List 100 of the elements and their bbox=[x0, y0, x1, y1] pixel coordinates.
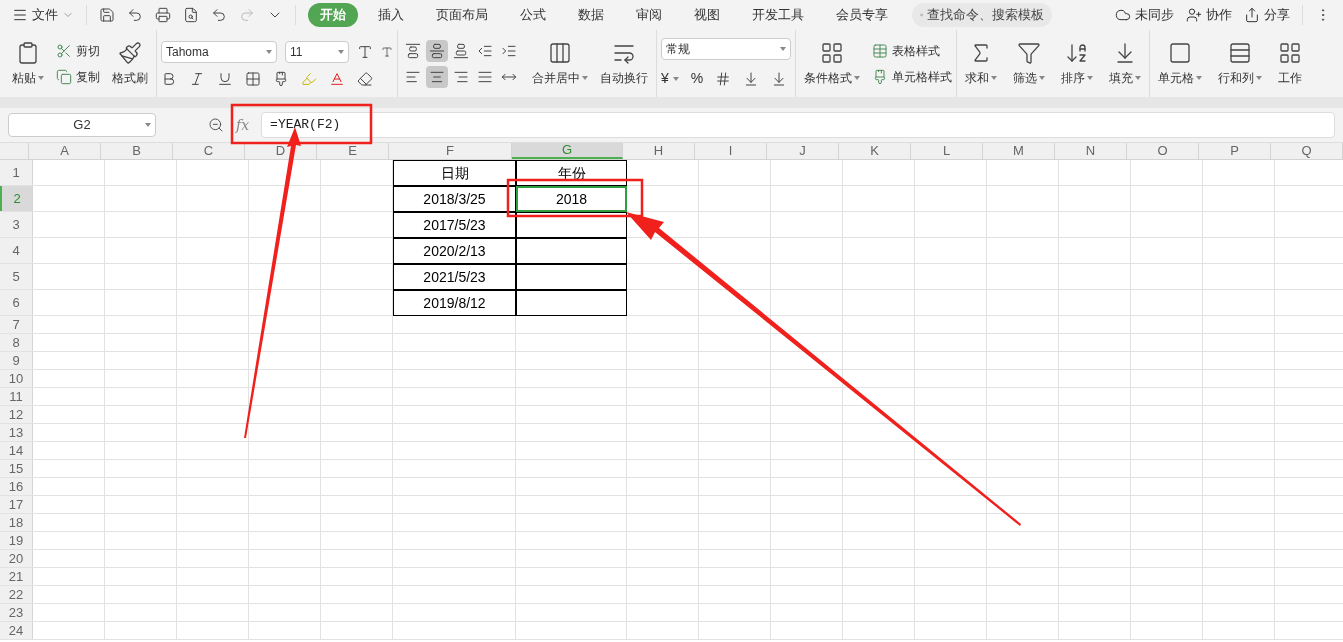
rows-columns-button[interactable]: 行和列 bbox=[1214, 40, 1266, 87]
row-header[interactable]: 12 bbox=[0, 406, 33, 423]
row-header[interactable]: 8 bbox=[0, 334, 33, 351]
cells-button[interactable]: 单元格 bbox=[1154, 40, 1206, 87]
row-header[interactable]: 21 bbox=[0, 568, 33, 585]
conditional-format-button[interactable]: 条件格式 bbox=[800, 40, 864, 87]
row-header[interactable]: 20 bbox=[0, 550, 33, 567]
number-format-field[interactable]: 常规 bbox=[661, 38, 791, 60]
column-header[interactable]: A bbox=[29, 143, 101, 159]
filter-button[interactable]: 筛选 bbox=[1009, 40, 1049, 87]
column-header[interactable]: M bbox=[983, 143, 1055, 159]
row-header[interactable]: 16 bbox=[0, 478, 33, 495]
ribbon-tab[interactable]: 页面布局 bbox=[424, 3, 500, 27]
file-menu[interactable]: 文件 bbox=[12, 5, 74, 25]
column-header[interactable]: L bbox=[911, 143, 983, 159]
ribbon-tab[interactable]: 插入 bbox=[366, 3, 416, 27]
column-header[interactable]: I bbox=[695, 143, 767, 159]
ribbon-tab[interactable]: 会员专享 bbox=[824, 3, 900, 27]
fill-color-icon[interactable] bbox=[301, 70, 317, 87]
clipboard-icon bbox=[16, 40, 40, 65]
font-name-field[interactable]: Tahoma bbox=[161, 40, 277, 63]
paste-button[interactable]: 粘贴 bbox=[8, 40, 48, 87]
row-header[interactable]: 15 bbox=[0, 460, 33, 477]
table-cell: 2017/5/23 bbox=[393, 212, 516, 238]
function-icon[interactable]: fx bbox=[236, 114, 250, 136]
column-header[interactable]: G bbox=[512, 143, 623, 159]
ribbon-tab[interactable]: 审阅 bbox=[624, 3, 674, 27]
table-style-button[interactable]: 表格样式 bbox=[872, 41, 952, 60]
row-header[interactable]: 5 bbox=[0, 264, 33, 289]
merge-center-button[interactable]: 合并居中 bbox=[528, 40, 592, 87]
cut-button[interactable]: 剪切 bbox=[56, 41, 100, 60]
row-header[interactable]: 4 bbox=[0, 238, 33, 263]
ribbon-tab[interactable]: 视图 bbox=[682, 3, 732, 27]
column-header[interactable]: Q bbox=[1271, 143, 1343, 159]
zoom-icon[interactable] bbox=[208, 117, 224, 133]
font-color-icon[interactable] bbox=[329, 70, 345, 87]
percent-button[interactable]: % bbox=[690, 68, 704, 89]
column-header[interactable]: O bbox=[1127, 143, 1199, 159]
row-header[interactable]: 18 bbox=[0, 514, 33, 531]
align-button[interactable] bbox=[426, 39, 448, 62]
column-header[interactable]: B bbox=[101, 143, 173, 159]
font-size-field[interactable]: 11 bbox=[285, 40, 349, 63]
print-icon[interactable] bbox=[155, 7, 171, 23]
row-header[interactable]: 9 bbox=[0, 352, 33, 369]
column-header[interactable]: E bbox=[317, 143, 389, 159]
clear-icon[interactable] bbox=[357, 70, 373, 87]
caret-icon bbox=[780, 47, 786, 51]
save-icon[interactable] bbox=[99, 7, 115, 23]
ribbon-tab[interactable]: 开发工具 bbox=[740, 3, 816, 27]
column-header[interactable]: N bbox=[1055, 143, 1127, 159]
ribbon-tab[interactable]: 数据 bbox=[566, 3, 616, 27]
border-icon[interactable] bbox=[245, 70, 261, 87]
formula-field[interactable]: =YEAR(F2) bbox=[261, 112, 1335, 138]
preview-icon[interactable] bbox=[183, 7, 199, 23]
italic-icon[interactable] bbox=[189, 70, 205, 87]
row-header[interactable]: 23 bbox=[0, 604, 33, 621]
row-header[interactable]: 10 bbox=[0, 370, 33, 387]
row-header[interactable]: 2 bbox=[0, 186, 33, 211]
name-box[interactable]: G2 bbox=[8, 113, 156, 137]
bold-icon[interactable] bbox=[161, 70, 177, 87]
row-header[interactable]: 19 bbox=[0, 532, 33, 549]
column-header[interactable]: K bbox=[839, 143, 911, 159]
copy-button[interactable]: 复制 bbox=[56, 67, 100, 86]
column-header[interactable]: J bbox=[767, 143, 839, 159]
row-header[interactable]: 24 bbox=[0, 622, 33, 639]
undo-icon[interactable] bbox=[211, 7, 227, 23]
font-grow-icon[interactable] bbox=[357, 43, 373, 60]
row-header[interactable]: 13 bbox=[0, 424, 33, 441]
sort-button[interactable]: 排序 bbox=[1057, 40, 1097, 87]
cell-style-button[interactable]: 单元格样式 bbox=[872, 67, 952, 86]
format-painter-button[interactable]: 格式刷 bbox=[108, 40, 152, 87]
fill-button[interactable]: 填充 bbox=[1105, 40, 1145, 87]
top-action-button[interactable]: 协作 bbox=[1186, 5, 1232, 25]
font-shrink-icon[interactable] bbox=[381, 45, 393, 58]
row-header[interactable]: 3 bbox=[0, 212, 33, 237]
column-header[interactable]: C bbox=[173, 143, 245, 159]
wrap-text-button[interactable]: 自动换行 bbox=[596, 40, 652, 87]
align-button[interactable] bbox=[426, 65, 448, 88]
ribbon-tab[interactable]: 开始 bbox=[308, 3, 358, 27]
bottom-align-icon bbox=[453, 42, 469, 59]
row-header[interactable]: 1 bbox=[0, 160, 33, 185]
copy-icon bbox=[56, 68, 72, 85]
column-header[interactable]: P bbox=[1199, 143, 1271, 159]
row-header[interactable]: 17 bbox=[0, 496, 33, 513]
top-action-button[interactable]: 未同步 bbox=[1115, 5, 1174, 25]
search-field[interactable]: 查找命令、搜索模板 bbox=[912, 3, 1052, 27]
row-header[interactable]: 11 bbox=[0, 388, 33, 405]
sum-button[interactable]: 求和 bbox=[961, 40, 1001, 87]
ribbon-tab[interactable]: 公式 bbox=[508, 3, 558, 27]
row-header[interactable]: 7 bbox=[0, 316, 33, 333]
row-header[interactable]: 14 bbox=[0, 442, 33, 459]
rows-icon bbox=[1228, 40, 1252, 65]
top-action-button[interactable]: 分享 bbox=[1244, 5, 1290, 25]
underline-icon[interactable] bbox=[217, 70, 233, 87]
column-header[interactable]: H bbox=[623, 143, 695, 159]
currency-button[interactable]: ¥ bbox=[661, 68, 679, 89]
row-header[interactable]: 6 bbox=[0, 290, 33, 315]
row-header[interactable]: 22 bbox=[0, 586, 33, 603]
worksheet-button[interactable]: 工作 bbox=[1274, 40, 1306, 87]
cell-pattern-icon[interactable] bbox=[273, 70, 289, 87]
